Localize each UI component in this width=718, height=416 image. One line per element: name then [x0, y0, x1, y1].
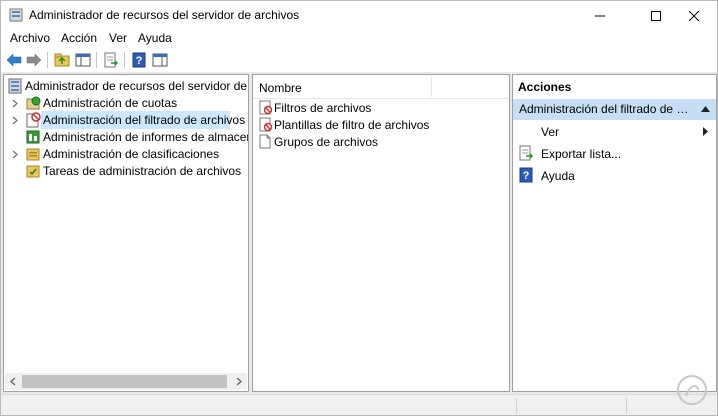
action-exportar-lista[interactable]: Exportar lista...	[513, 143, 716, 164]
show-hide-tree-button[interactable]	[74, 51, 92, 69]
up-folder-icon	[54, 53, 70, 67]
action-ayuda[interactable]: ? Ayuda	[513, 165, 716, 186]
column-header-row: Nombre	[253, 75, 509, 99]
column-header-nombre[interactable]: Nombre	[259, 81, 302, 95]
forward-button[interactable]	[25, 51, 43, 69]
help-icon: ?	[132, 52, 146, 68]
toolbar-separator	[96, 52, 97, 68]
action-label: Ayuda	[541, 169, 575, 183]
show-hide-tree-icon	[75, 53, 91, 67]
actions-section-label: Administración del filtrado de archivos	[519, 102, 695, 116]
tree-item-filtrado[interactable]: Administración del filtrado de archivos	[4, 112, 248, 129]
watermark-logo	[677, 375, 707, 405]
file-server-resource-manager-icon	[8, 78, 22, 94]
tree-item-label: Administración de cuotas	[43, 96, 178, 110]
help-icon: ?	[519, 167, 533, 183]
work-area: Administrador de recursos del servidor d…	[0, 72, 718, 394]
actions-pane: Acciones Administración del filtrado de …	[512, 74, 717, 392]
collapse-up-icon[interactable]	[701, 106, 710, 112]
scrollbar-thumb[interactable]	[22, 375, 227, 388]
show-hide-action-pane-button[interactable]	[151, 51, 169, 69]
forward-icon	[26, 53, 42, 67]
list-pane: Nombre Filtros de archivos Plantillas de…	[252, 74, 510, 392]
expand-arrow-icon[interactable]	[10, 98, 20, 108]
actions-header: Acciones	[513, 75, 716, 99]
menu-ver[interactable]: Ver	[109, 31, 127, 45]
column-divider[interactable]	[431, 77, 432, 97]
window-title: Administrador de recursos del servidor d…	[29, 8, 300, 22]
expand-arrow-icon[interactable]	[10, 149, 20, 159]
quota-icon	[26, 96, 41, 110]
tree-item-clasificaciones[interactable]: Administración de clasificaciones	[4, 146, 248, 163]
svg-text:?: ?	[523, 170, 530, 182]
horizontal-scrollbar[interactable]	[5, 373, 247, 390]
menu-bar: Archivo Acción Ver Ayuda	[0, 29, 718, 48]
close-icon	[689, 10, 699, 21]
tree-item-label: Administración de clasificaciones	[43, 147, 220, 161]
back-icon	[6, 53, 22, 67]
toolbar-separator	[47, 52, 48, 68]
tree-item-label: Administración de informes de almacenami…	[43, 130, 249, 144]
back-button[interactable]	[5, 51, 23, 69]
tree-item-informes[interactable]: Administración de informes de almacenami…	[4, 129, 248, 146]
show-hide-action-pane-icon	[152, 53, 168, 67]
expand-arrow-icon[interactable]	[10, 115, 20, 125]
menu-ayuda[interactable]: Ayuda	[138, 31, 172, 45]
close-button[interactable]	[671, 1, 717, 30]
file-screen-template-icon	[259, 117, 273, 132]
file-management-tasks-icon	[26, 165, 40, 178]
tree-root-label: Administrador de recursos del servidor d…	[25, 79, 248, 93]
submenu-arrow-icon	[703, 127, 708, 136]
svg-text:?: ?	[136, 55, 143, 67]
actions-section-title[interactable]: Administración del filtrado de archivos	[513, 99, 716, 120]
status-divider	[516, 398, 517, 413]
tree-item-cuotas[interactable]: Administración de cuotas	[4, 95, 248, 112]
tree-root[interactable]: Administrador de recursos del servidor d…	[4, 78, 248, 95]
storage-reports-icon	[26, 130, 40, 144]
tree-item-tareas[interactable]: Tareas de administración de archivos	[4, 163, 248, 180]
minimize-button[interactable]	[577, 1, 623, 30]
file-server-app-icon	[9, 8, 23, 22]
up-folder-button[interactable]	[53, 51, 71, 69]
help-button[interactable]: ?	[130, 51, 148, 69]
list-item-label: Filtros de archivos	[274, 101, 372, 115]
action-label: Exportar lista...	[541, 147, 622, 161]
toolbar-separator	[124, 52, 125, 68]
tree-item-label: Tareas de administración de archivos	[43, 164, 242, 178]
list-item-label: Plantillas de filtro de archivos	[274, 118, 430, 132]
tree-item-label: Administración del filtrado de archivos	[43, 113, 246, 127]
action-ver[interactable]: Ver	[513, 121, 716, 142]
status-bar	[0, 394, 718, 416]
status-divider	[626, 398, 627, 413]
list-item-label: Grupos de archivos	[274, 135, 379, 149]
export-list-icon	[104, 52, 119, 68]
maximize-icon	[651, 10, 661, 21]
export-list-icon	[519, 145, 534, 161]
file-screen-icon	[259, 100, 273, 115]
tree-pane: Administrador de recursos del servidor d…	[3, 74, 249, 392]
toolbar: ?	[0, 48, 718, 72]
action-label: Ver	[541, 125, 560, 139]
scroll-left-icon[interactable]	[9, 377, 17, 386]
title-bar: Administrador de recursos del servidor d…	[0, 0, 718, 29]
export-list-button[interactable]	[102, 51, 120, 69]
classification-icon	[26, 148, 40, 161]
menu-accion[interactable]: Acción	[61, 31, 97, 45]
menu-archivo[interactable]: Archivo	[10, 31, 50, 45]
minimize-icon	[595, 15, 605, 16]
file-group-icon	[259, 134, 271, 149]
scroll-right-icon[interactable]	[235, 377, 243, 386]
file-screen-icon	[26, 112, 41, 128]
